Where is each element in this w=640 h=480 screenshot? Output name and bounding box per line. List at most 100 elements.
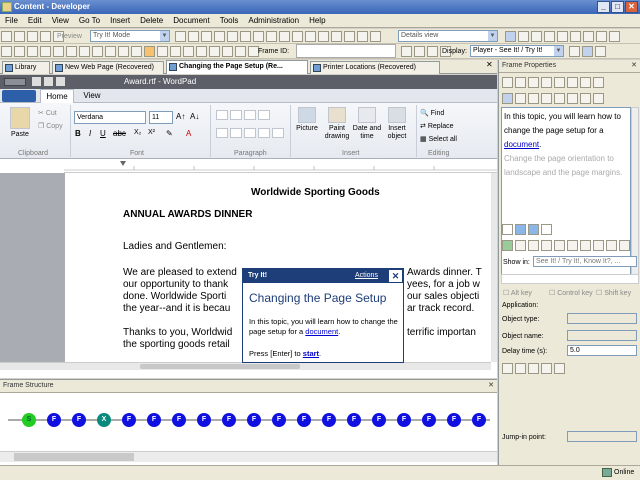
- layout-6-icon[interactable]: [570, 31, 581, 42]
- frame-node[interactable]: F: [147, 413, 161, 427]
- tool-a-icon[interactable]: [157, 46, 168, 57]
- action-7-icon[interactable]: [593, 240, 604, 251]
- paste-icon[interactable]: [227, 31, 238, 42]
- paste-icon[interactable]: [528, 77, 539, 88]
- frame-node[interactable]: F: [297, 413, 311, 427]
- zoom-icon[interactable]: [131, 46, 142, 57]
- layout-8-icon[interactable]: [596, 31, 607, 42]
- italic-icon[interactable]: I: [89, 129, 91, 138]
- action-8-icon[interactable]: [606, 240, 617, 251]
- copy-button[interactable]: ❐ Copy: [38, 122, 63, 130]
- highlight-color-icon[interactable]: ✎: [166, 129, 173, 138]
- record-icon[interactable]: [515, 363, 526, 374]
- align-center-icon[interactable]: [515, 93, 526, 104]
- view-select[interactable]: Details view ▼: [398, 30, 498, 42]
- find-icon[interactable]: [253, 31, 264, 42]
- minimize-button[interactable]: _: [597, 1, 610, 13]
- grow-font-icon[interactable]: A↑: [176, 112, 185, 121]
- font-name-field[interactable]: Verdana: [74, 111, 146, 124]
- tool-c-icon[interactable]: [183, 46, 194, 57]
- close-tab-icon[interactable]: ✕: [486, 60, 493, 69]
- layout-9-icon[interactable]: [609, 31, 620, 42]
- bold-icon[interactable]: B: [75, 129, 81, 138]
- font-color-icon[interactable]: A: [186, 129, 191, 138]
- save-icon[interactable]: [14, 31, 25, 42]
- text-icon[interactable]: [40, 46, 51, 57]
- link-icon[interactable]: [567, 77, 578, 88]
- paragraph-icon[interactable]: [272, 128, 284, 138]
- justify-icon[interactable]: [541, 93, 552, 104]
- menu-tools[interactable]: Tools: [215, 14, 244, 28]
- close-button[interactable]: ✕: [625, 1, 638, 13]
- select-all-button[interactable]: ▦ Select all: [420, 135, 457, 143]
- image-icon[interactable]: [53, 46, 64, 57]
- align-right-icon[interactable]: [244, 128, 256, 138]
- app-menu-button[interactable]: [2, 90, 36, 102]
- bubble-pos-icon[interactable]: [528, 224, 539, 235]
- actions-link[interactable]: Actions: [355, 269, 378, 283]
- shrink-font-icon[interactable]: A↓: [190, 112, 199, 121]
- bubble-style-icon[interactable]: [515, 224, 526, 235]
- frame-node[interactable]: F: [422, 413, 436, 427]
- action-4-icon[interactable]: [554, 240, 565, 251]
- paint-drawing-label[interactable]: Paint drawing: [321, 125, 353, 141]
- selected-tool-icon[interactable]: [144, 46, 155, 57]
- frame-node[interactable]: X: [97, 413, 111, 427]
- alt-key-option[interactable]: ☐ Alt key: [503, 289, 532, 297]
- delete-icon[interactable]: [240, 31, 251, 42]
- font-size-field[interactable]: 11: [149, 111, 173, 124]
- cut-icon[interactable]: [502, 77, 513, 88]
- start-link[interactable]: start: [303, 349, 319, 358]
- menu-delete[interactable]: Delete: [135, 14, 168, 28]
- tool-e-icon[interactable]: [209, 46, 220, 57]
- frame-node[interactable]: F: [397, 413, 411, 427]
- frame-node[interactable]: F: [322, 413, 336, 427]
- tab-library[interactable]: Library: [2, 61, 50, 74]
- redo-icon[interactable]: [188, 31, 199, 42]
- frame-node[interactable]: F: [197, 413, 211, 427]
- decrease-indent-icon[interactable]: [216, 110, 228, 120]
- action-icon[interactable]: [554, 363, 565, 374]
- highlight-icon[interactable]: [118, 46, 129, 57]
- frame-node[interactable]: F: [72, 413, 86, 427]
- marquee-icon[interactable]: [92, 46, 103, 57]
- replace-button[interactable]: ⇄ Replace: [420, 122, 454, 130]
- strikethrough-icon[interactable]: abc: [113, 129, 126, 138]
- increase-indent-icon[interactable]: [230, 110, 242, 120]
- move-up-icon[interactable]: [331, 31, 342, 42]
- action-list[interactable]: [501, 274, 639, 284]
- bubble-icon[interactable]: [79, 46, 90, 57]
- align-right-icon[interactable]: [528, 93, 539, 104]
- horizontal-scrollbar[interactable]: [0, 362, 491, 370]
- action-2-icon[interactable]: [528, 240, 539, 251]
- next-frame-icon[interactable]: [427, 46, 438, 57]
- tool-d-icon[interactable]: [196, 46, 207, 57]
- shift-key-option[interactable]: ☐ Shift key: [596, 289, 631, 297]
- layout-3-icon[interactable]: [531, 31, 542, 42]
- cut-button[interactable]: ✂ Cut: [38, 109, 57, 117]
- frame-node[interactable]: F: [172, 413, 186, 427]
- date-time-label[interactable]: Date and time: [350, 125, 384, 141]
- tool-g-icon[interactable]: [235, 46, 246, 57]
- jump-in-field[interactable]: [567, 431, 637, 442]
- subscript-icon[interactable]: X₂: [134, 129, 141, 136]
- frame-id-field[interactable]: [296, 44, 396, 58]
- indent-icon[interactable]: [357, 31, 368, 42]
- check-icon[interactable]: [502, 240, 513, 251]
- vertical-scrollbar[interactable]: [491, 173, 497, 362]
- ribbon-tab-view[interactable]: View: [80, 89, 104, 103]
- frame-structure-scrollbar[interactable]: [0, 451, 497, 462]
- play-icon[interactable]: [541, 363, 552, 374]
- justify-icon[interactable]: [258, 128, 270, 138]
- ribbon-tab-home[interactable]: Home: [40, 89, 74, 103]
- frame-node[interactable]: F: [372, 413, 386, 427]
- frame-node[interactable]: F: [447, 413, 461, 427]
- pane-view-icon[interactable]: [595, 46, 606, 57]
- maximize-button[interactable]: □: [611, 1, 624, 13]
- scroll-thumb[interactable]: [140, 364, 300, 369]
- frame-node[interactable]: F: [347, 413, 361, 427]
- highlight-icon[interactable]: [593, 93, 604, 104]
- underline-icon[interactable]: U: [100, 129, 106, 138]
- printer-icon[interactable]: [528, 363, 539, 374]
- delay-time-field[interactable]: 5.0: [567, 345, 637, 356]
